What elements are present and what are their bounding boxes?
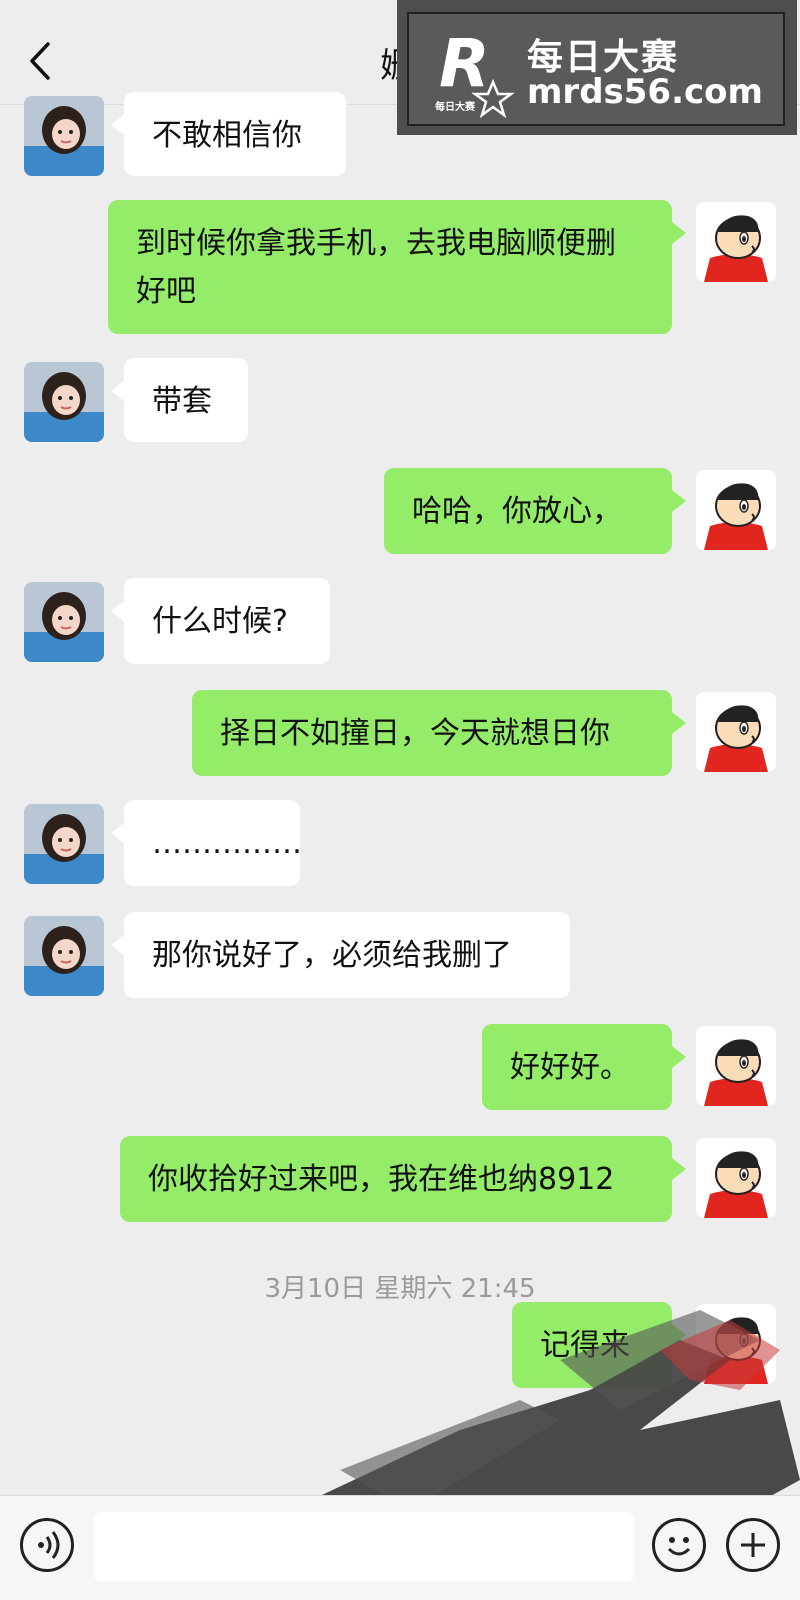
contact-avatar[interactable] (24, 804, 104, 884)
my-avatar[interactable] (696, 1138, 776, 1218)
message-bubble[interactable]: 记得来 (512, 1302, 672, 1388)
message-bubble[interactable]: 带套 (124, 358, 248, 442)
message-bubble[interactable]: 择日不如撞日，今天就想日你 (192, 690, 672, 776)
bubble-tail (111, 934, 125, 956)
input-bar (0, 1495, 800, 1600)
chevron-left-icon[interactable] (22, 36, 62, 86)
svg-text:R: R (439, 25, 490, 102)
message-bubble[interactable]: 什么时候? (124, 578, 330, 664)
emoji-icon[interactable] (652, 1518, 706, 1572)
bubble-tail (672, 1046, 686, 1068)
message-bubble[interactable]: 好好好。 (482, 1024, 672, 1110)
my-avatar[interactable] (696, 1026, 776, 1106)
bubble-tail (111, 822, 125, 844)
contact-avatar[interactable] (24, 362, 104, 442)
bubble-tail (672, 490, 686, 512)
message-bubble[interactable]: 不敢相信你 (124, 92, 346, 176)
watermark: R 每日大赛 每日大赛 mrds56.com (397, 0, 797, 135)
bubble-tail (672, 1324, 686, 1346)
contact-avatar[interactable] (24, 582, 104, 662)
watermark-logo: R 每日大赛 (431, 24, 521, 119)
message-timestamp: 3月10日 星期六 21:45 (264, 1274, 536, 1304)
bubble-tail (111, 114, 125, 136)
bubble-tail (672, 222, 686, 244)
bubble-tail (672, 712, 686, 734)
contact-avatar[interactable] (24, 916, 104, 996)
message-bubble[interactable]: …………… (124, 800, 302, 886)
voice-icon[interactable] (20, 1518, 74, 1572)
bubble-tail (111, 380, 125, 402)
bubble-tail (111, 600, 125, 622)
message-bubble[interactable]: 你收拾好过来吧，我在维也纳8912 (120, 1136, 672, 1222)
my-avatar[interactable] (696, 470, 776, 550)
message-bubble[interactable]: 到时候你拿我手机，去我电脑顺便删好吧 (108, 200, 672, 334)
svg-text:每日大赛: 每日大赛 (435, 100, 476, 113)
message-input[interactable] (94, 1512, 634, 1582)
message-bubble[interactable]: 那你说好了，必须给我删了 (124, 912, 570, 998)
watermark-url: mrds56.com (527, 72, 763, 112)
plus-icon[interactable] (726, 1518, 780, 1572)
contact-avatar[interactable] (24, 96, 104, 176)
my-avatar[interactable] (696, 692, 776, 772)
bubble-tail (672, 1158, 686, 1180)
my-avatar[interactable] (696, 202, 776, 282)
my-avatar[interactable] (696, 1304, 776, 1384)
message-bubble[interactable]: 哈哈，你放心， (384, 468, 672, 554)
